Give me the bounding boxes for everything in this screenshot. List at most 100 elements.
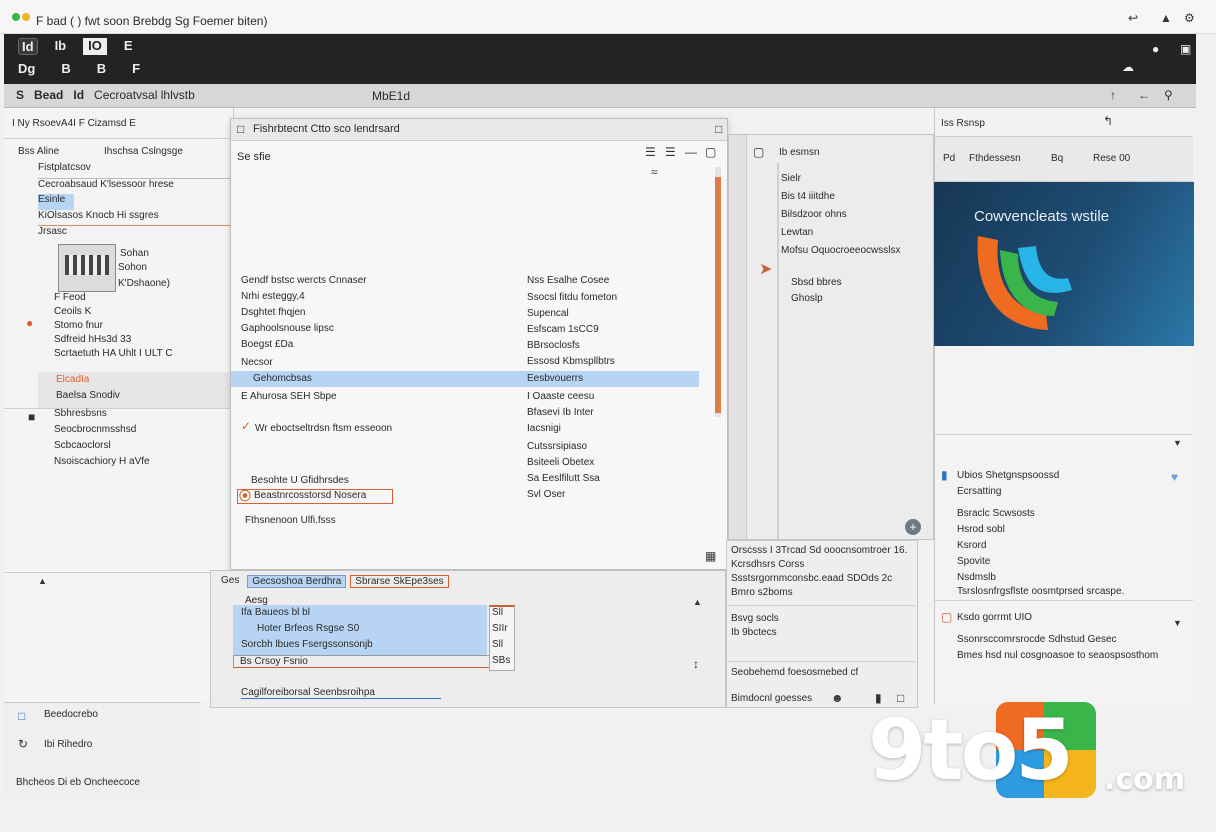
- triangle-up-icon[interactable]: ▲: [38, 574, 47, 588]
- detail-view-icon[interactable]: ☰: [665, 145, 676, 159]
- list-item[interactable]: I Oaaste ceesu: [527, 391, 713, 407]
- dialog-close-icon[interactable]: □: [715, 122, 722, 136]
- list-item[interactable]: Spovite: [957, 556, 1191, 572]
- list-item[interactable]: Supencal: [527, 308, 713, 324]
- dark-bar-button-8[interactable]: F: [132, 61, 140, 76]
- bottom-selected-list[interactable]: Ifa Baueos bl bl Hoter Brfeos Rsgse S0 S…: [233, 605, 487, 655]
- list-item[interactable]: Scrtaetuth HA Uhlt I ULT C: [54, 348, 234, 362]
- list-item[interactable]: Bs Crsoy Fsnio: [233, 655, 513, 668]
- toolbar-item-1[interactable]: S: [16, 88, 24, 102]
- list-item[interactable]: Gendf bstsc wercts Cnnaser: [241, 275, 481, 291]
- list-item[interactable]: Essosd Kbmspllbtrs: [527, 356, 713, 372]
- list-item-selected[interactable]: Esinle: [38, 194, 74, 210]
- list-item[interactable]: Cecroabsaud K'lsessoor hrese: [38, 178, 232, 194]
- window-green-dot[interactable]: [12, 13, 20, 21]
- list-item[interactable]: Cutssrsipiaso: [527, 441, 713, 457]
- list-item[interactable]: Boegst £Da: [241, 339, 481, 357]
- list-view-icon[interactable]: ☰: [645, 145, 656, 159]
- pin-icon[interactable]: ↑: [1110, 88, 1116, 102]
- list-item[interactable]: Mofsu Oquocroeeocwsslsx: [781, 245, 933, 277]
- window-yellow-dot[interactable]: [22, 13, 30, 21]
- list-item[interactable]: Lewtan: [781, 227, 933, 245]
- triangle-up-icon[interactable]: ▲: [693, 595, 702, 609]
- person-icon[interactable]: ☻: [831, 691, 844, 705]
- list-item[interactable]: Fistplatcsov: [38, 162, 232, 178]
- share-icon[interactable]: ↰: [1103, 114, 1113, 128]
- list-item[interactable]: Nsoiscachiory H aVfe: [54, 456, 234, 472]
- toolbar-item-4[interactable]: Cecroatvsal lhlvstb: [94, 88, 195, 102]
- toolbar-item-2[interactable]: Bead: [34, 88, 63, 102]
- left-item-dshaone[interactable]: K'Dshaone): [118, 278, 170, 289]
- heart-icon[interactable]: ♥: [1171, 470, 1178, 484]
- highlighted-item[interactable]: Beastnrcosstorsd Nosera: [237, 489, 393, 504]
- back-icon[interactable]: ↩: [1128, 11, 1138, 25]
- list-item[interactable]: Sorcbh lbues Fsergssonsonjb: [233, 637, 487, 653]
- side-item[interactable]: Sll: [490, 639, 514, 655]
- list-item[interactable]: Jrsasc: [38, 226, 232, 242]
- list-item[interactable]: BBrsoclosfs: [527, 340, 713, 356]
- tab-3[interactable]: Sbrarse SkEpe3ses: [350, 575, 449, 588]
- list-item[interactable]: KiOlsasos Knocb Hi ssgres: [38, 210, 232, 226]
- side-item[interactable]: SIIr: [490, 623, 514, 639]
- list-item[interactable]: Ifa Baueos bl bl: [233, 605, 487, 621]
- list-item[interactable]: Sa Eeslfilutt Ssa: [527, 473, 713, 489]
- list-item[interactable]: Hsrod sobl: [957, 524, 1191, 540]
- left-item-sohon[interactable]: Sohon: [118, 262, 147, 273]
- right-toolbar-item-2[interactable]: Fthdessesn: [969, 153, 1021, 164]
- bottom-item-1[interactable]: Beedocrebo: [44, 709, 98, 720]
- lock-icon[interactable]: ▣: [1180, 42, 1191, 56]
- thumbnail-image[interactable]: [58, 244, 116, 292]
- right-toolbar-item-1[interactable]: Pd: [943, 153, 955, 164]
- bottom-item-2[interactable]: Ibi Rihedro: [44, 739, 92, 750]
- list-item[interactable]: Stomo fnur: [54, 320, 234, 334]
- list-item[interactable]: Baelsa Snodiv: [56, 390, 120, 401]
- list-item[interactable]: Sdfreid hHs3d 33: [54, 334, 234, 348]
- search-icon[interactable]: ⚲: [1164, 88, 1173, 102]
- minus-icon[interactable]: —: [685, 145, 697, 159]
- list-item[interactable]: Wr eboctseltrdsn ftsm esseoon: [255, 423, 392, 434]
- arrow-icon[interactable]: ←: [1138, 88, 1150, 102]
- side-item[interactable]: Sll: [490, 607, 514, 623]
- edit-icon[interactable]: ≈: [651, 165, 658, 179]
- list-item[interactable]: Esfscam 1sCC9: [527, 324, 713, 340]
- list-item[interactable]: Dsghtet fhqjen: [241, 307, 481, 323]
- list-item[interactable]: Bilsdzoor ohns: [781, 209, 933, 227]
- side-item[interactable]: SBs: [490, 655, 514, 669]
- selected-row[interactable]: Gehomcbsas Eesbvouerrs: [231, 371, 699, 387]
- tab-1[interactable]: Ges: [217, 575, 243, 588]
- dark-bar-button-4[interactable]: E: [121, 38, 136, 55]
- list-item[interactable]: Hoter Brfeos Rsgse S0: [233, 621, 487, 637]
- list-item[interactable]: Sbsd bbres: [781, 277, 933, 293]
- list-item[interactable]: Gaphoolsnouse lipsc: [241, 323, 481, 339]
- list-item[interactable]: Ceoils K: [54, 306, 234, 320]
- chevron-down-icon[interactable]: ▼: [1173, 616, 1182, 630]
- settings-icon[interactable]: ⚙: [1184, 11, 1195, 25]
- dialog-scrollbar[interactable]: [715, 167, 721, 417]
- list-item[interactable]: ElcadIa: [56, 374, 89, 385]
- chevron-down-icon[interactable]: ▼: [1173, 436, 1182, 450]
- cloud-icon[interactable]: ☁: [1122, 60, 1134, 74]
- list-item[interactable]: Iacsnigi: [527, 423, 713, 441]
- list-item[interactable]: E Ahurosa SEH Sbpe: [241, 391, 337, 402]
- camera-icon[interactable]: ●: [1152, 42, 1159, 56]
- list-item[interactable]: Nsdmslb: [957, 572, 1191, 586]
- list-item[interactable]: Sbhresbsns: [54, 408, 234, 424]
- dark-bar-button-6[interactable]: B: [61, 61, 70, 76]
- list-item[interactable]: Scbcaoclorsl: [54, 440, 234, 456]
- list-item[interactable]: Seocbrocnmsshsd: [54, 424, 234, 440]
- list-item[interactable]: Sielr: [781, 173, 933, 191]
- resize-icon[interactable]: ▦: [705, 549, 716, 563]
- selected-row-right[interactable]: Eesbvouerrs: [527, 373, 583, 384]
- right-toolbar-item-4[interactable]: Rese 00: [1093, 153, 1130, 164]
- dialog-scrollbar-thumb[interactable]: [715, 177, 721, 413]
- bottom-item-3[interactable]: Bhcheos Di eb Oncheecoce: [16, 777, 140, 788]
- screen-icon[interactable]: ▢: [705, 145, 716, 159]
- add-icon[interactable]: +: [905, 519, 921, 535]
- dark-bar-button-7[interactable]: B: [97, 61, 106, 76]
- list-item[interactable]: Ghoslp: [781, 293, 933, 309]
- list-item[interactable]: Ksrord: [957, 540, 1191, 556]
- list-item[interactable]: Fthsnenoon Ulfi.fsss: [245, 515, 336, 526]
- resize-icon[interactable]: ↕: [693, 657, 699, 671]
- left-item-sohan[interactable]: Sohan: [120, 248, 149, 259]
- dark-bar-button-5[interactable]: Dg: [18, 61, 35, 76]
